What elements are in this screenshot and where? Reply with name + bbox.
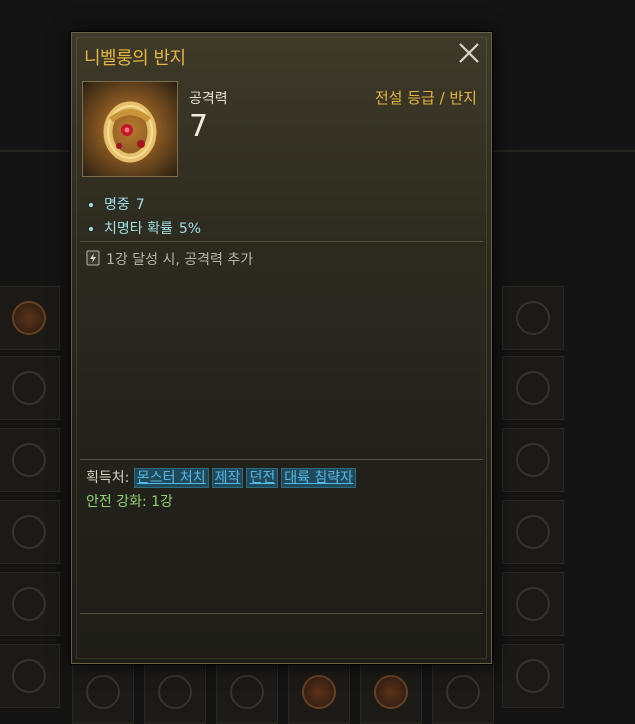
acquisition-label: 획득처: — [86, 470, 130, 486]
inventory-slot[interactable] — [502, 356, 564, 420]
inventory-slot[interactable] — [0, 644, 60, 708]
source-link-invader[interactable]: 대륙 침략자 — [281, 468, 357, 488]
bonus-value: 7 — [135, 197, 145, 213]
source-link-monster[interactable]: 몬스터 처치 — [133, 468, 209, 488]
inventory-slot[interactable] — [502, 572, 564, 636]
ring-icon — [12, 301, 46, 335]
safe-enhancement: 안전 강화: 1강 — [86, 494, 173, 510]
inventory-slot[interactable] — [432, 660, 494, 724]
bonus-item: 명중 7 — [89, 193, 201, 217]
divider — [80, 241, 483, 242]
amulet-icon — [516, 371, 550, 405]
item-name: 니벨룽의 반지 — [84, 48, 186, 69]
close-icon[interactable] — [457, 41, 481, 65]
inventory-slot[interactable] — [0, 286, 60, 350]
inventory-slot[interactable] — [360, 660, 422, 724]
inventory-slot[interactable] — [502, 286, 564, 350]
bonus-value: 5% — [178, 221, 202, 237]
ring-icon — [82, 81, 178, 177]
amulet-icon — [12, 443, 46, 477]
source-link-craft[interactable]: 제작 — [211, 468, 244, 488]
bullet-icon — [89, 227, 93, 231]
inventory-slot[interactable] — [72, 660, 134, 724]
enhancement-text: 1강 달성 시, 공격력 추가 — [106, 252, 254, 268]
bonus-list: 명중 7 치명타 확률 5% — [89, 193, 201, 241]
item-tooltip: 니벨룽의 반지 공격력 7 전설 등급 / 반지 명중 7 치명타 확률 5% — [71, 32, 492, 664]
bullet-icon — [89, 203, 93, 207]
inventory-slot[interactable] — [502, 500, 564, 564]
ring-icon — [516, 659, 550, 693]
ring-icon — [516, 515, 550, 549]
divider — [80, 613, 483, 614]
ring-icon — [12, 515, 46, 549]
inventory-slot[interactable] — [144, 660, 206, 724]
ring-icon — [12, 587, 46, 621]
inventory-slot[interactable] — [288, 660, 350, 724]
amulet-icon — [516, 301, 550, 335]
inventory-slot[interactable] — [0, 428, 60, 492]
source-link-dungeon[interactable]: 던전 — [246, 468, 279, 488]
divider — [80, 459, 483, 460]
item-grade: 전설 등급 / 반지 — [374, 89, 477, 107]
inventory-slot[interactable] — [0, 356, 60, 420]
inventory-slot[interactable] — [216, 660, 278, 724]
stat-value: 7 — [189, 109, 209, 144]
amulet-icon — [12, 371, 46, 405]
inventory-slot[interactable] — [0, 572, 60, 636]
acquisition: 획득처: 몬스터 처치 제작 던전 대륙 침략자 — [86, 467, 359, 488]
bonus-label: 명중 — [104, 197, 130, 213]
stat-label: 공격력 — [189, 91, 228, 107]
ring-icon — [516, 587, 550, 621]
bonus-item: 치명타 확률 5% — [89, 217, 201, 241]
inventory-slot[interactable] — [502, 644, 564, 708]
inventory-slot[interactable] — [0, 500, 60, 564]
amulet-icon — [516, 443, 550, 477]
ring-icon — [12, 659, 46, 693]
enhance-scroll-icon — [86, 250, 100, 270]
bonus-label: 치명타 확률 — [104, 221, 173, 237]
inventory-slot[interactable] — [502, 428, 564, 492]
enhancement-note: 1강 달성 시, 공격력 추가 — [86, 249, 253, 270]
